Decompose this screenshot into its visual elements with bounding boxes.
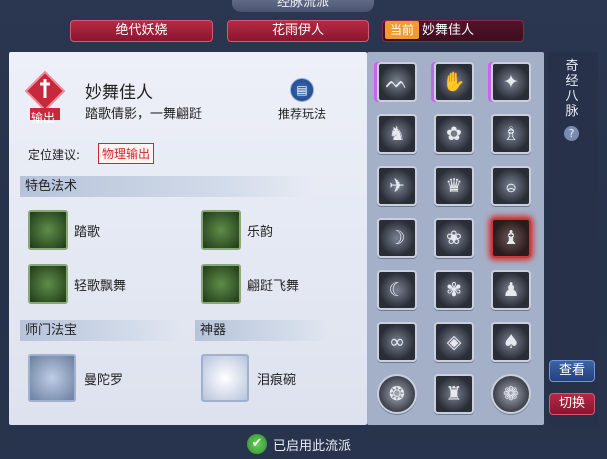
lotus-icon[interactable]: ✿ — [434, 114, 474, 154]
swirl-dancer-icon[interactable]: ♠ — [491, 322, 531, 362]
sparkles-icon[interactable]: ✦ — [491, 62, 531, 102]
school-info-panel: 输出 妙舞佳人 踏歌倩影，一舞翩跹 ▤ 推荐玩法 定位建议: 物理输出 特色法术… — [9, 52, 367, 425]
dance-step-icon — [28, 210, 68, 250]
mandala-icon — [28, 354, 76, 402]
meridian-grid: ᨓ ✋ ✦ ♞ ✿ ♗ ✈ ♛ ဓ ☽ ❀ ♝ ☾ ✾ ♟ ∞ ◈ ♠ ❂ ♜ … — [367, 52, 544, 425]
tab-jue-dai-yao-rao[interactable]: 绝代妖娆 — [70, 20, 213, 42]
school-description: 踏歌倩影，一舞翩跹 — [85, 107, 203, 122]
juggler-icon[interactable]: ♗ — [491, 114, 531, 154]
tab-miao-wu-jia-ren[interactable]: 当前 妙舞佳人 — [382, 20, 524, 42]
petals-icon[interactable]: ❀ — [434, 218, 474, 258]
special-skills-header: 特色法术 — [20, 176, 312, 197]
switch-button[interactable]: 切换 — [549, 393, 595, 415]
artifact-header: 神器 — [195, 320, 329, 341]
status-label: 已启用此流派 — [273, 439, 352, 454]
cube-icon[interactable]: ◈ — [434, 322, 474, 362]
skill-pian-xian-fei-wu[interactable]: 翩跹飞舞 — [201, 264, 341, 304]
check-icon: ✔ — [247, 434, 267, 454]
tall-figure-icon[interactable]: ♜ — [434, 374, 474, 414]
skill-yue-yun[interactable]: 乐韵 — [201, 210, 321, 250]
skill-qing-ge-piao-wu[interactable]: 轻歌飘舞 — [28, 264, 168, 304]
artifact-label: 泪痕碗 — [257, 373, 297, 388]
dancer-icon[interactable]: ♞ — [377, 114, 417, 154]
position-tag: 物理输出 — [98, 143, 155, 164]
round-emblem-icon[interactable]: ❂ — [377, 374, 417, 414]
spiral-figure-icon[interactable]: ဓ — [491, 166, 531, 206]
skill-ta-ge[interactable]: 踏歌 — [28, 210, 148, 250]
position-label: 定位建议: — [28, 148, 81, 162]
recommend-label: 推荐玩法 — [277, 107, 326, 121]
crane-icon[interactable]: ✈ — [377, 166, 417, 206]
crown-icon[interactable]: ♛ — [434, 166, 474, 206]
skill-label: 轻歌飘舞 — [74, 279, 127, 294]
artifact-lei-hen-wan[interactable]: 泪痕碗 — [201, 354, 341, 402]
flying-dance-icon — [201, 264, 241, 304]
tear-bowl-icon — [201, 354, 249, 402]
rabbit-icon[interactable]: ☽ — [377, 218, 417, 258]
tab-label: 妙舞佳人 — [422, 23, 475, 38]
flower-icon[interactable]: ✾ — [434, 270, 474, 310]
school-name: 妙舞佳人 — [85, 83, 153, 103]
help-icon[interactable]: ? — [564, 126, 579, 141]
knot-icon[interactable]: ∞ — [377, 322, 417, 362]
skill-label: 翩跹飞舞 — [247, 279, 300, 294]
feather-wings-icon[interactable]: ᨓ — [377, 62, 417, 102]
ribbon-dancer-icon[interactable]: ♟ — [491, 270, 531, 310]
output-badge: 输出 — [30, 111, 55, 125]
praying-hands-icon[interactable]: ✋ — [434, 62, 474, 102]
treasure-label: 曼陀罗 — [84, 373, 124, 388]
skill-label: 踏歌 — [74, 225, 101, 240]
current-badge: 当前 — [385, 21, 420, 39]
tab-hua-yu-yi-ren[interactable]: 花雨伊人 — [227, 20, 369, 42]
music-wave-icon — [201, 210, 241, 250]
crescent-icon[interactable]: ☾ — [377, 270, 417, 310]
treasure-man-tuo-luo[interactable]: 曼陀罗 — [28, 354, 168, 402]
fan-dancer-icon[interactable]: ♝ — [491, 218, 531, 258]
meridian-title: 奇经八脉 — [565, 59, 579, 119]
light-dance-icon — [28, 264, 68, 304]
recommend-play-button[interactable]: ▤ 推荐玩法 — [271, 78, 333, 126]
view-button[interactable]: 查看 — [549, 360, 595, 382]
skill-label: 乐韵 — [247, 225, 274, 240]
shield-emblem-icon[interactable]: ❁ — [491, 374, 531, 414]
window-title: 经脉流派 — [232, 0, 374, 12]
book-icon: ▤ — [290, 78, 314, 102]
school-treasure-header: 师门法宝 — [20, 320, 180, 341]
